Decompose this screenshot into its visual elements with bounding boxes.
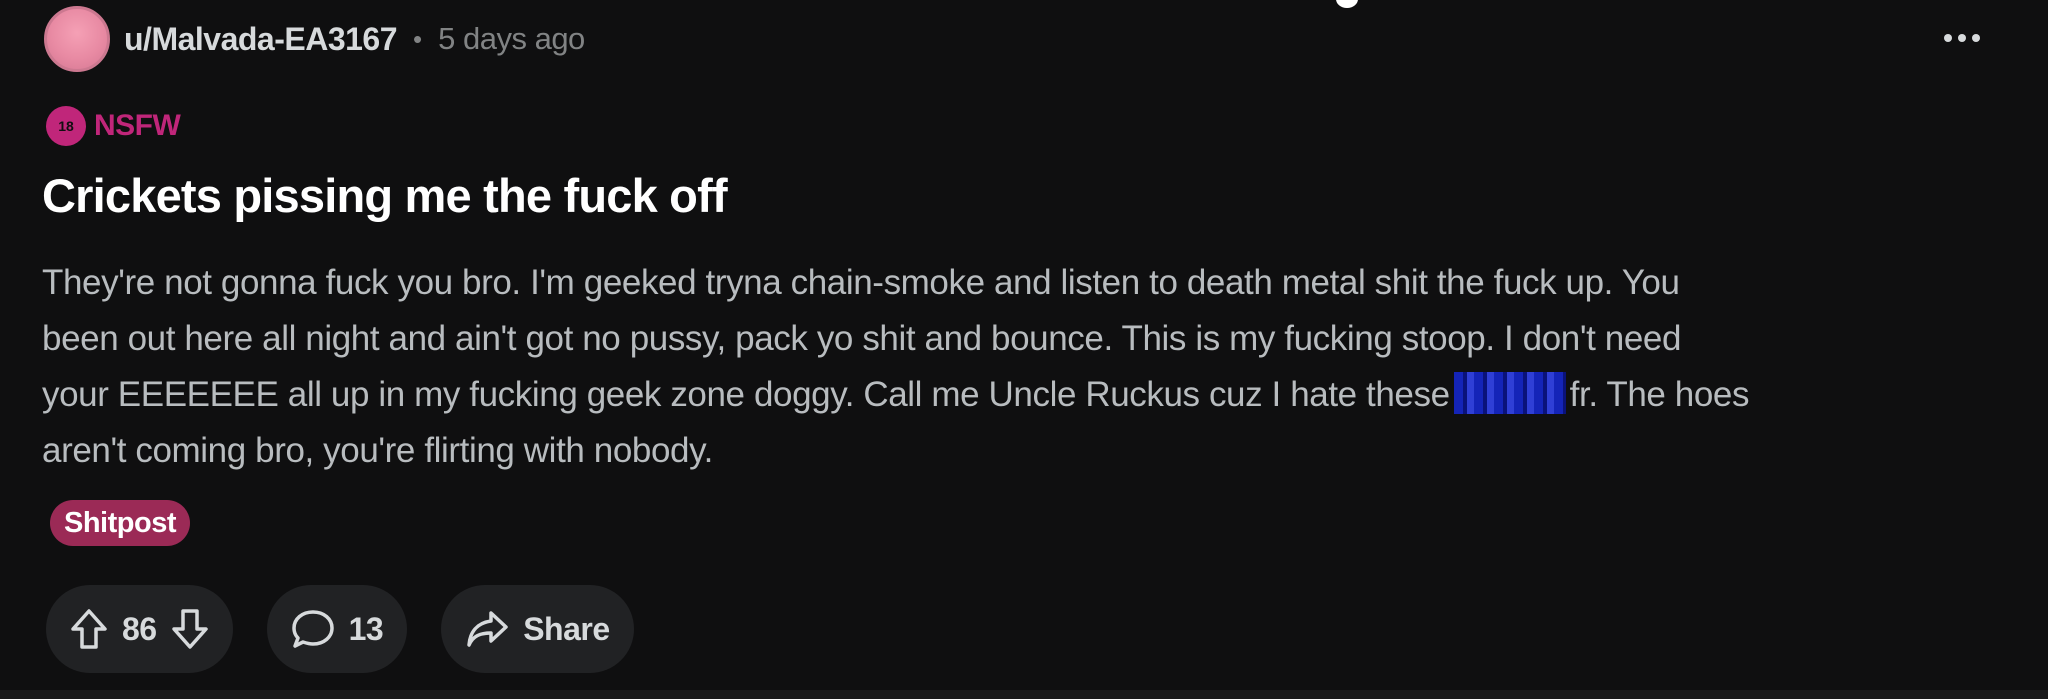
vote-count: 86	[122, 610, 157, 647]
body-line: your EEEEEEE all up in my fucking geek z…	[42, 367, 1942, 423]
comment-bubble-icon	[291, 608, 335, 650]
body-line-segment: fr. The hoes	[1569, 375, 1750, 414]
arrow-down-icon[interactable]	[171, 608, 209, 650]
post-body: They're not gonna fuck you bro. I'm geek…	[42, 255, 1942, 479]
more-horizontal-icon	[1944, 34, 1952, 42]
nsfw-icon: 18	[46, 106, 86, 146]
more-horizontal-icon	[1972, 34, 1980, 42]
share-label: Share	[523, 610, 610, 647]
author-link[interactable]: u/Malvada-EA3167	[124, 21, 398, 58]
avatar[interactable]	[44, 6, 110, 72]
censored-image	[1453, 372, 1566, 414]
body-line-segment: your EEEEEEE all up in my fucking geek z…	[42, 375, 1450, 414]
nsfw-tag: 18 NSFW	[46, 106, 181, 146]
body-line: They're not gonna fuck you bro. I'm geek…	[42, 263, 1680, 302]
bottom-divider	[0, 690, 2048, 699]
post-meta: u/Malvada-EA3167 • 5 days ago	[44, 6, 585, 72]
post-title[interactable]: Crickets pissing me the fuck off	[42, 168, 728, 223]
share-arrow-icon	[465, 608, 509, 650]
comments-button[interactable]: 13	[266, 585, 408, 673]
post-card: u/Malvada-EA3167 • 5 days ago 18 NSFW Cr…	[0, 0, 2048, 690]
comment-count: 13	[348, 610, 384, 647]
body-line: been out here all night and ain't got no…	[42, 319, 1682, 358]
flair-badge[interactable]: Shitpost	[50, 500, 190, 546]
share-button[interactable]: Share	[441, 585, 634, 673]
nsfw-label: NSFW	[94, 109, 181, 142]
body-line: aren't coming bro, you're flirting with …	[42, 431, 713, 470]
more-options-button[interactable]	[1936, 20, 1988, 56]
vote-pill: 86	[46, 585, 233, 673]
action-bar: 86 13 Share	[46, 585, 634, 673]
arrow-up-icon[interactable]	[70, 608, 108, 650]
meta-separator: •	[413, 23, 423, 54]
post-timestamp: 5 days ago	[438, 21, 585, 56]
cursor-indicator	[1336, 0, 1358, 8]
more-horizontal-icon	[1958, 34, 1966, 42]
